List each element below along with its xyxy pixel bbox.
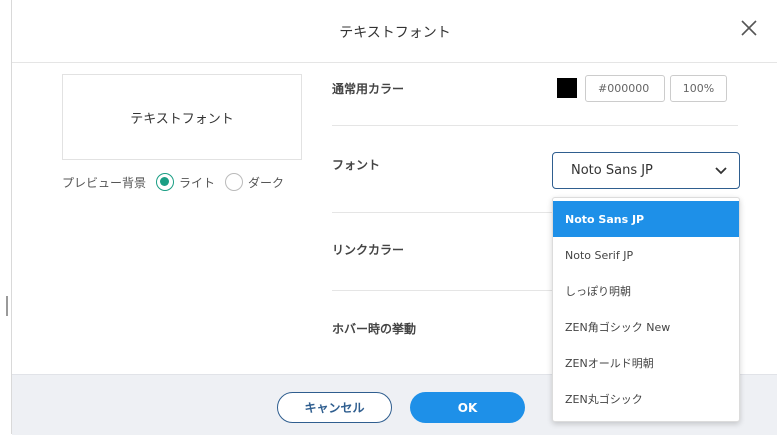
preview-background-label: プレビュー背景 <box>62 175 147 190</box>
preview-background-row: プレビュー背景 ライト ダーク <box>62 172 284 192</box>
cancel-button[interactable]: キャンセル <box>277 392 392 423</box>
radio-dark-indicator <box>225 173 244 191</box>
dialog-title: テキストフォント <box>339 25 451 41</box>
color-swatch[interactable] <box>557 78 577 98</box>
radio-light-label: ライト <box>179 175 216 190</box>
preview-sample-text: テキストフォント <box>130 112 234 127</box>
background-mark <box>6 296 8 316</box>
font-label: フォント <box>332 158 381 172</box>
close-icon <box>741 20 757 36</box>
font-select-value: Noto Sans JP <box>571 163 653 178</box>
link-color-label: リンクカラー <box>332 243 405 257</box>
chevron-down-icon <box>715 167 727 175</box>
hover-behavior-label: ホバー時の挙動 <box>332 322 417 336</box>
font-option[interactable]: しっぽり明朝 <box>553 273 739 309</box>
radio-light-indicator <box>156 173 175 191</box>
font-option[interactable]: Noto Sans JP <box>553 201 739 237</box>
font-option[interactable]: ZENオールド明朝 <box>553 345 739 381</box>
radio-dark-label: ダーク <box>248 175 285 190</box>
normal-color-label: 通常用カラー <box>332 82 405 96</box>
background-edge <box>0 0 11 434</box>
font-option[interactable]: Noto Serif JP <box>553 237 739 273</box>
color-opacity-input[interactable]: 100% <box>670 75 727 102</box>
ok-button[interactable]: OK <box>410 392 525 423</box>
radio-light[interactable]: ライト <box>156 173 215 191</box>
font-option[interactable]: ZEN角ゴシック New <box>553 309 739 345</box>
divider <box>332 125 738 126</box>
dialog-header: テキストフォント <box>12 0 777 63</box>
radio-dark[interactable]: ダーク <box>225 173 284 191</box>
text-font-dialog: テキストフォント テキストフォント プレビュー背景 ライト ダーク 通常用カラー… <box>11 0 777 435</box>
font-dropdown-menu: Noto Sans JP Noto Serif JP しっぽり明朝 ZEN角ゴシ… <box>552 197 740 422</box>
font-preview-box: テキストフォント <box>62 74 302 160</box>
color-hex-input[interactable]: #000000 <box>585 75 665 102</box>
font-option[interactable]: ZEN丸ゴシック <box>553 381 739 417</box>
close-button[interactable] <box>737 16 761 40</box>
font-select[interactable]: Noto Sans JP <box>552 152 740 189</box>
